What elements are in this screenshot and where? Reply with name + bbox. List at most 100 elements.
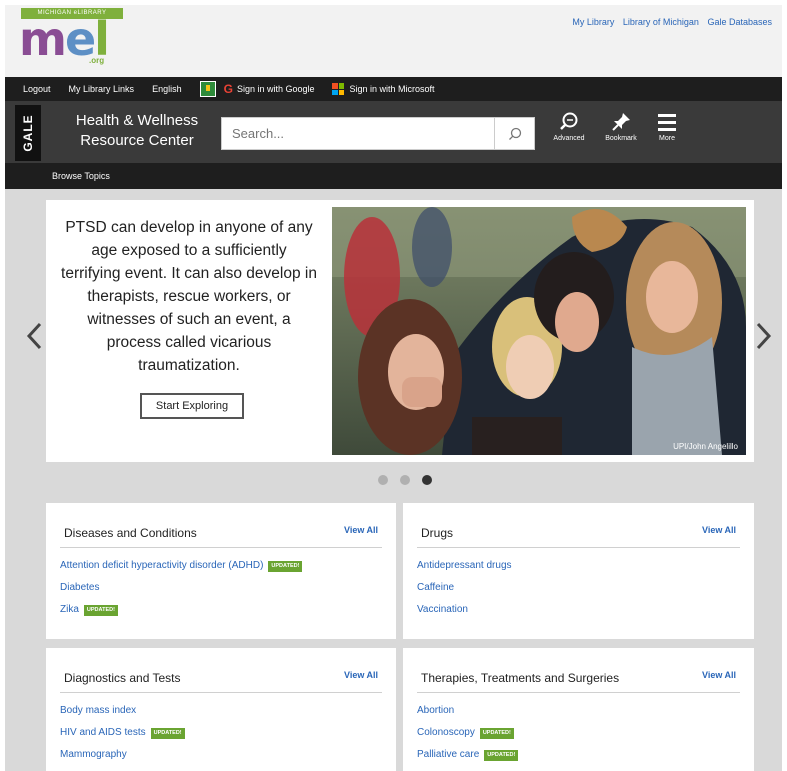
card-title: Drugs	[421, 526, 454, 540]
utility-bar: Logout My Library Links English G Sign i…	[5, 77, 782, 101]
logo-letter-m: m	[19, 12, 67, 66]
card-diseases-and-conditions: Diseases and Conditions View All Attenti…	[46, 503, 396, 639]
start-exploring-button[interactable]: Start Exploring	[140, 393, 244, 419]
topic-link[interactable]: Colonoscopy	[417, 727, 475, 738]
topic-link[interactable]: Caffeine	[417, 582, 454, 593]
search-box	[221, 117, 535, 150]
view-all-link[interactable]: View All	[344, 525, 378, 535]
topic-link[interactable]: Palliative care	[417, 749, 479, 760]
card-title: Therapies, Treatments and Surgeries	[421, 671, 620, 685]
resource-title-line2: Resource Center	[80, 132, 194, 149]
advanced-search-button[interactable]: Advanced	[547, 111, 591, 142]
app-bar: GALE Health & Wellness Resource Center A…	[5, 101, 782, 163]
google-classroom-button[interactable]	[199, 81, 220, 97]
more-menu-button[interactable]: More	[645, 111, 689, 142]
top-link-library-of-michigan[interactable]: Library of Michigan	[623, 17, 699, 27]
carousel-photo[interactable]: UPI/John Angelillo	[332, 207, 746, 455]
view-all-link[interactable]: View All	[344, 670, 378, 680]
list-item: Diabetes	[60, 577, 382, 599]
topic-link[interactable]: Zika	[60, 604, 79, 615]
list-item: Colonoscopy UPDATED!	[417, 722, 740, 744]
topic-link[interactable]: Body mass index	[60, 705, 136, 716]
card-divider	[417, 692, 740, 693]
logout-link[interactable]: Logout	[23, 84, 51, 94]
site-header: MICHIGAN eLIBRARY mel .org My Library Li…	[5, 5, 782, 77]
carousel-slide: PTSD can develop in anyone of any age ex…	[46, 200, 754, 462]
topic-list: Body mass index HIV and AIDS tests UPDATE…	[60, 700, 382, 766]
card-divider	[60, 692, 382, 693]
top-links: My Library Library of Michigan Gale Data…	[566, 17, 772, 27]
topic-link[interactable]: Attention deficit hyperactivity disorder…	[60, 560, 263, 571]
hamburger-menu-icon	[658, 114, 676, 131]
card-drugs: Drugs View All Antidepressant drugs Caff…	[403, 503, 754, 639]
top-link-my-library[interactable]: My Library	[572, 17, 614, 27]
carousel-dot-3[interactable]	[422, 475, 432, 485]
carousel-next-arrow[interactable]	[753, 321, 773, 351]
microsoft-signin-label: Sign in with Microsoft	[349, 84, 435, 94]
microsoft-signin-button[interactable]: Sign in with Microsoft	[332, 83, 435, 95]
topic-list: Attention deficit hyperactivity disorder…	[60, 555, 382, 621]
search-input[interactable]	[222, 118, 494, 149]
gale-brand-tab[interactable]: GALE	[15, 105, 41, 161]
topic-link[interactable]: Mammography	[60, 749, 127, 760]
microsoft-icon	[332, 83, 345, 95]
logo-domain: .org	[89, 56, 105, 65]
list-item: Antidepressant drugs	[417, 555, 740, 577]
gale-brand-label: GALE	[21, 114, 35, 152]
my-library-links[interactable]: My Library Links	[69, 84, 135, 94]
google-classroom-icon	[199, 81, 216, 97]
list-item: Abortion	[417, 700, 740, 722]
google-signin-button[interactable]: G Sign in with Google	[224, 82, 315, 96]
list-item: Attention deficit hyperactivity disorder…	[60, 555, 382, 577]
updated-badge: UPDATED!	[150, 728, 185, 739]
list-item: Palliative care UPDATED!	[417, 744, 740, 766]
carousel-dot-1[interactable]	[378, 475, 388, 485]
carousel-text: PTSD can develop in anyone of any age ex…	[61, 219, 317, 374]
updated-badge: UPDATED!	[479, 728, 514, 739]
list-item: Vaccination	[417, 599, 740, 621]
list-item: Mammography	[60, 744, 382, 766]
topic-link[interactable]: Antidepressant drugs	[417, 560, 512, 571]
bookmark-button[interactable]: Bookmark	[599, 111, 643, 142]
carousel-dot-2[interactable]	[400, 475, 410, 485]
carousel-dots	[378, 475, 432, 485]
main-content: PTSD can develop in anyone of any age ex…	[5, 189, 782, 771]
advanced-label: Advanced	[553, 135, 585, 142]
card-title: Diagnostics and Tests	[64, 671, 181, 685]
card-diagnostics-and-tests: Diagnostics and Tests View All Body mass…	[46, 648, 396, 771]
mourners-photo	[332, 207, 746, 455]
card-divider	[417, 547, 740, 548]
mel-logo[interactable]: MICHIGAN eLIBRARY mel .org	[19, 8, 125, 70]
updated-badge: UPDATED!	[83, 605, 118, 616]
topic-link[interactable]: Diabetes	[60, 582, 99, 593]
topic-link[interactable]: Vaccination	[417, 604, 468, 615]
language-selector[interactable]: English	[152, 84, 182, 94]
browse-topics-link[interactable]: Browse Topics	[52, 171, 110, 181]
list-item: Body mass index	[60, 700, 382, 722]
search-button[interactable]	[494, 118, 534, 149]
updated-badge: UPDATED!	[484, 750, 519, 761]
advanced-search-icon	[560, 112, 578, 130]
browse-bar: Browse Topics	[5, 163, 782, 189]
top-link-gale-databases[interactable]: Gale Databases	[707, 17, 772, 27]
google-signin-label: Sign in with Google	[236, 84, 315, 94]
view-all-link[interactable]: View All	[702, 525, 736, 535]
list-item: Zika UPDATED!	[60, 599, 382, 621]
google-icon: G	[223, 82, 233, 96]
more-label: More	[659, 135, 675, 142]
bookmark-label: Bookmark	[605, 135, 637, 142]
list-item: Caffeine	[417, 577, 740, 599]
topic-link[interactable]: Abortion	[417, 705, 454, 716]
card-title: Diseases and Conditions	[64, 526, 197, 540]
topic-list: Antidepressant drugs Caffeine Vaccinatio…	[417, 555, 740, 621]
topic-list: Abortion Colonoscopy UPDATED! Palliative …	[417, 700, 740, 766]
topic-link[interactable]: HIV and AIDS tests	[60, 727, 146, 738]
search-icon	[508, 127, 521, 140]
card-therapies-treatments-surgeries: Therapies, Treatments and Surgeries View…	[403, 648, 754, 771]
list-item: HIV and AIDS tests UPDATED!	[60, 722, 382, 744]
resource-title[interactable]: Health & Wellness Resource Center	[67, 111, 207, 151]
view-all-link[interactable]: View All	[702, 670, 736, 680]
resource-title-line1: Health & Wellness	[75, 112, 199, 129]
carousel-prev-arrow[interactable]	[25, 321, 45, 351]
card-divider	[60, 547, 382, 548]
